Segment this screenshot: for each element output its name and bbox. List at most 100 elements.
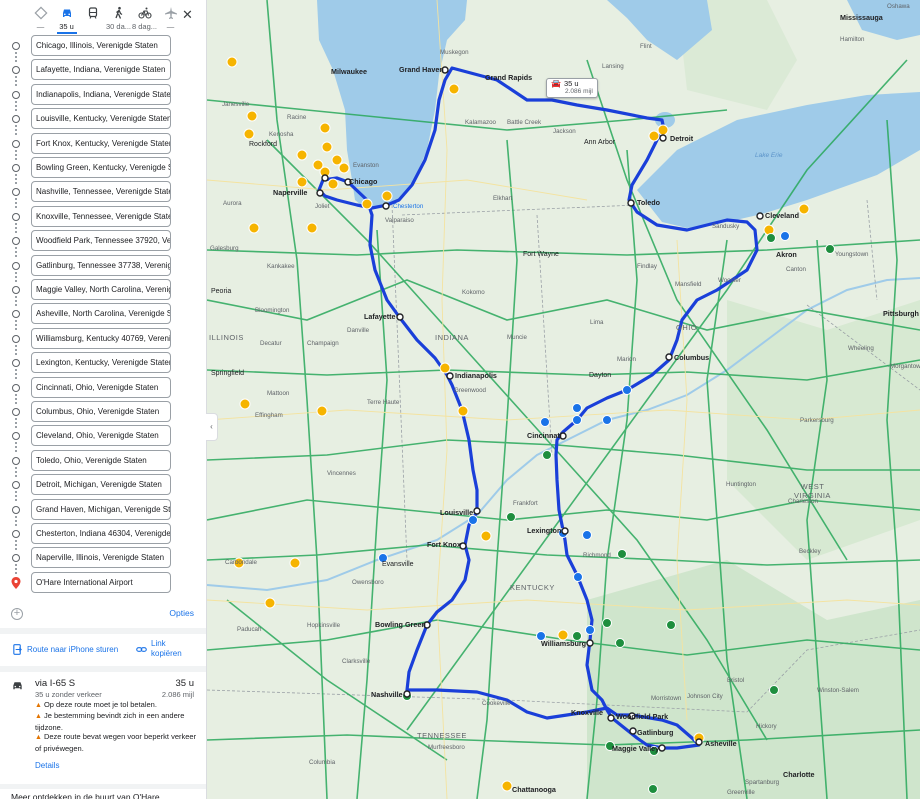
map-label-vincennes: Vincennes — [327, 470, 356, 477]
stop-input[interactable]: Louisville, Kentucky, Verenigde Staten — [31, 108, 171, 130]
mode-flight-label: — — [166, 22, 175, 31]
map-label-kankakee: Kankakee — [267, 263, 295, 270]
map-label-jackson: Jackson — [553, 128, 576, 135]
collapse-panel-button[interactable]: ‹ — [206, 413, 218, 441]
send-to-phone-button[interactable]: Route naar iPhone sturen — [12, 644, 118, 655]
stop-row: Chicago, Illinois, Verenigde Staten — [0, 34, 206, 64]
map-label-columbus: Columbus — [674, 353, 710, 362]
map-label-peoria: Peoria — [211, 288, 232, 295]
stop-input[interactable]: Woodfield Park, Tennessee 37920, Verenig… — [31, 230, 171, 252]
stop-input[interactable]: Columbus, Ohio, Verenigde Staten — [31, 401, 171, 422]
stop-input[interactable]: Lafayette, Indiana, Verenigde Staten — [31, 59, 171, 81]
map-label-tennessee: TENNESSEE — [417, 731, 467, 740]
mode-best[interactable]: — — [28, 6, 53, 31]
stop-row: Cleveland, Ohio, Verenigde Staten — [0, 424, 206, 455]
map-label-winston-salem: Winston-Salem — [817, 687, 859, 694]
map-label-muskegon: Muskegon — [440, 49, 469, 56]
copy-link-button[interactable]: Link kopiëren — [136, 639, 182, 659]
mode-best-label: — — [36, 22, 45, 31]
map-label-oshawa: Oshawa — [887, 3, 910, 10]
mode-car-label: 35 u — [59, 22, 74, 31]
stop-row: Woodfield Park, Tennessee 37920, Verenig… — [0, 229, 206, 260]
explore-nearby[interactable]: Meer ontdekken in de buurt van O'Hare — [0, 784, 206, 799]
stop-input[interactable]: Fort Knox, Kentucky, Verenigde Staten — [31, 132, 171, 154]
send-to-phone-icon — [13, 644, 22, 655]
map-label-muncie: Muncie — [507, 334, 527, 341]
stop-input[interactable]: O'Hare International Airport — [31, 571, 171, 593]
stop-input[interactable]: Naperville, Illinois, Verenigde Staten — [31, 547, 171, 569]
stop-input[interactable]: Detroit, Michigan, Verenigde Staten — [31, 474, 171, 496]
map-label-wheeling: Wheeling — [848, 345, 874, 352]
car-icon — [13, 682, 22, 690]
map-label-kokomo: Kokomo — [462, 289, 485, 296]
stop-input[interactable]: Toledo, Ohio, Verenigde Staten — [31, 449, 171, 471]
walk-icon — [114, 6, 122, 19]
stop-input[interactable]: Williamsburg, Kentucky 40769, Verenigde … — [31, 327, 171, 349]
stop-input[interactable]: Cincinnati, Ohio, Verenigde Staten — [31, 376, 171, 398]
stop-input[interactable]: Chesterton, Indiana 46304, Verenigde Sta… — [31, 523, 171, 544]
stop-circle-icon — [12, 481, 20, 490]
map-label-battle-creek: Battle Creek — [507, 119, 542, 126]
stop-input[interactable]: Gatlinburg, Tennessee 37738, Verenigde S… — [31, 254, 171, 276]
mode-bike[interactable]: 8 dag... — [132, 6, 157, 31]
route-info-badge[interactable]: 🚘 35 u 2.086 mijl — [546, 78, 598, 98]
map-label-west-virginia: WEST VIRGINIA — [794, 482, 831, 500]
share-row: Route naar iPhone sturen Link kopiëren — [0, 636, 206, 666]
map-label-toledo: Toledo — [637, 198, 661, 207]
stop-circle-icon — [12, 432, 20, 441]
stop-input[interactable]: Lexington, Kentucky, Verenigde Staten — [31, 352, 171, 374]
map-label-indianapolis: Indianapolis — [455, 371, 497, 380]
stop-input[interactable]: Chicago, Illinois, Verenigde Staten — [31, 35, 171, 56]
mode-walk[interactable]: 30 da... — [106, 6, 131, 31]
map-label-asheville: Asheville — [705, 739, 737, 748]
mode-flight[interactable]: — — [158, 6, 183, 31]
stop-row: Detroit, Michigan, Verenigde Staten — [0, 473, 206, 504]
map-label-effingham: Effingham — [255, 412, 283, 419]
stop-circle-icon — [12, 188, 20, 197]
stop-input[interactable]: Grand Haven, Michigan, Verenigde Staten — [31, 498, 171, 520]
map-label-akron: Akron — [776, 250, 797, 259]
route-duration: 35 u — [175, 678, 195, 689]
map-label-dayton: Dayton — [589, 372, 612, 379]
map-canvas[interactable]: 🚘 35 u 2.086 mijl Milwaukee Chicago Grand… — [207, 0, 920, 799]
flight-icon — [164, 7, 177, 19]
map-label-terre-haute: Terre Haute — [367, 399, 400, 406]
warning-text: Op deze route moet je tol betalen. — [43, 700, 157, 709]
map-label-detroit: Detroit — [670, 134, 694, 143]
map-label-maggie-valley: Maggie Valley — [612, 744, 660, 753]
map-label-mansfield: Mansfield — [675, 281, 702, 288]
map-label-champaign: Champaign — [307, 340, 339, 347]
add-destination-icon[interactable]: + — [11, 608, 23, 620]
close-directions-button[interactable]: ✕ — [182, 7, 193, 23]
map-label-cookeville: Cookeville — [482, 700, 511, 707]
map-svg — [207, 0, 920, 799]
map-label-mississauga: Mississauga — [840, 13, 883, 22]
map-label-youngstown: Youngstown — [835, 251, 869, 258]
mode-transit[interactable] — [80, 6, 105, 22]
stop-input[interactable]: Maggie Valley, North Carolina, Verenigde… — [31, 279, 171, 300]
route-option-card[interactable]: via I-65 S 35 u 35 u zonder verkeer 2.08… — [0, 672, 206, 778]
details-button[interactable]: Details — [35, 761, 59, 770]
map-label-frankfort: Frankfort — [513, 500, 538, 507]
stop-circle-icon — [12, 383, 20, 392]
map-label-paducah: Paducah — [237, 626, 262, 633]
stop-row: Knoxville, Tennessee, Verenigde Staten — [0, 205, 206, 235]
map-label-galesburg: Galesburg — [210, 245, 239, 252]
stop-input[interactable]: Indianapolis, Indiana, Verenigde Staten — [31, 83, 171, 105]
stop-row: O'Hare International Airport — [0, 571, 206, 595]
map-label-grand-haven: Grand Haven — [399, 65, 444, 74]
stop-input[interactable]: Asheville, North Carolina, Verenigde Sta… — [31, 303, 171, 325]
options-button[interactable]: Opties — [169, 608, 194, 618]
stop-input[interactable]: Cleveland, Ohio, Verenigde Staten — [31, 425, 171, 447]
map-label-fort-knox: Fort Knox — [427, 540, 461, 549]
stop-circle-icon — [12, 261, 20, 270]
stop-input[interactable]: Nashville, Tennessee, Verenigde Staten — [31, 181, 171, 203]
route-distance: 2.086 mijl — [161, 690, 194, 699]
mode-car[interactable]: 35 u — [54, 6, 79, 34]
stop-input[interactable]: Bowling Green, Kentucky, Verenigde State… — [31, 157, 171, 178]
map-label-morristown: Morristown — [651, 695, 682, 702]
stop-circle-icon — [12, 42, 20, 50]
stop-circle-icon — [12, 408, 20, 416]
stop-input[interactable]: Knoxville, Tennessee, Verenigde Staten — [31, 205, 171, 227]
map-label-marion: Marion — [617, 356, 636, 363]
